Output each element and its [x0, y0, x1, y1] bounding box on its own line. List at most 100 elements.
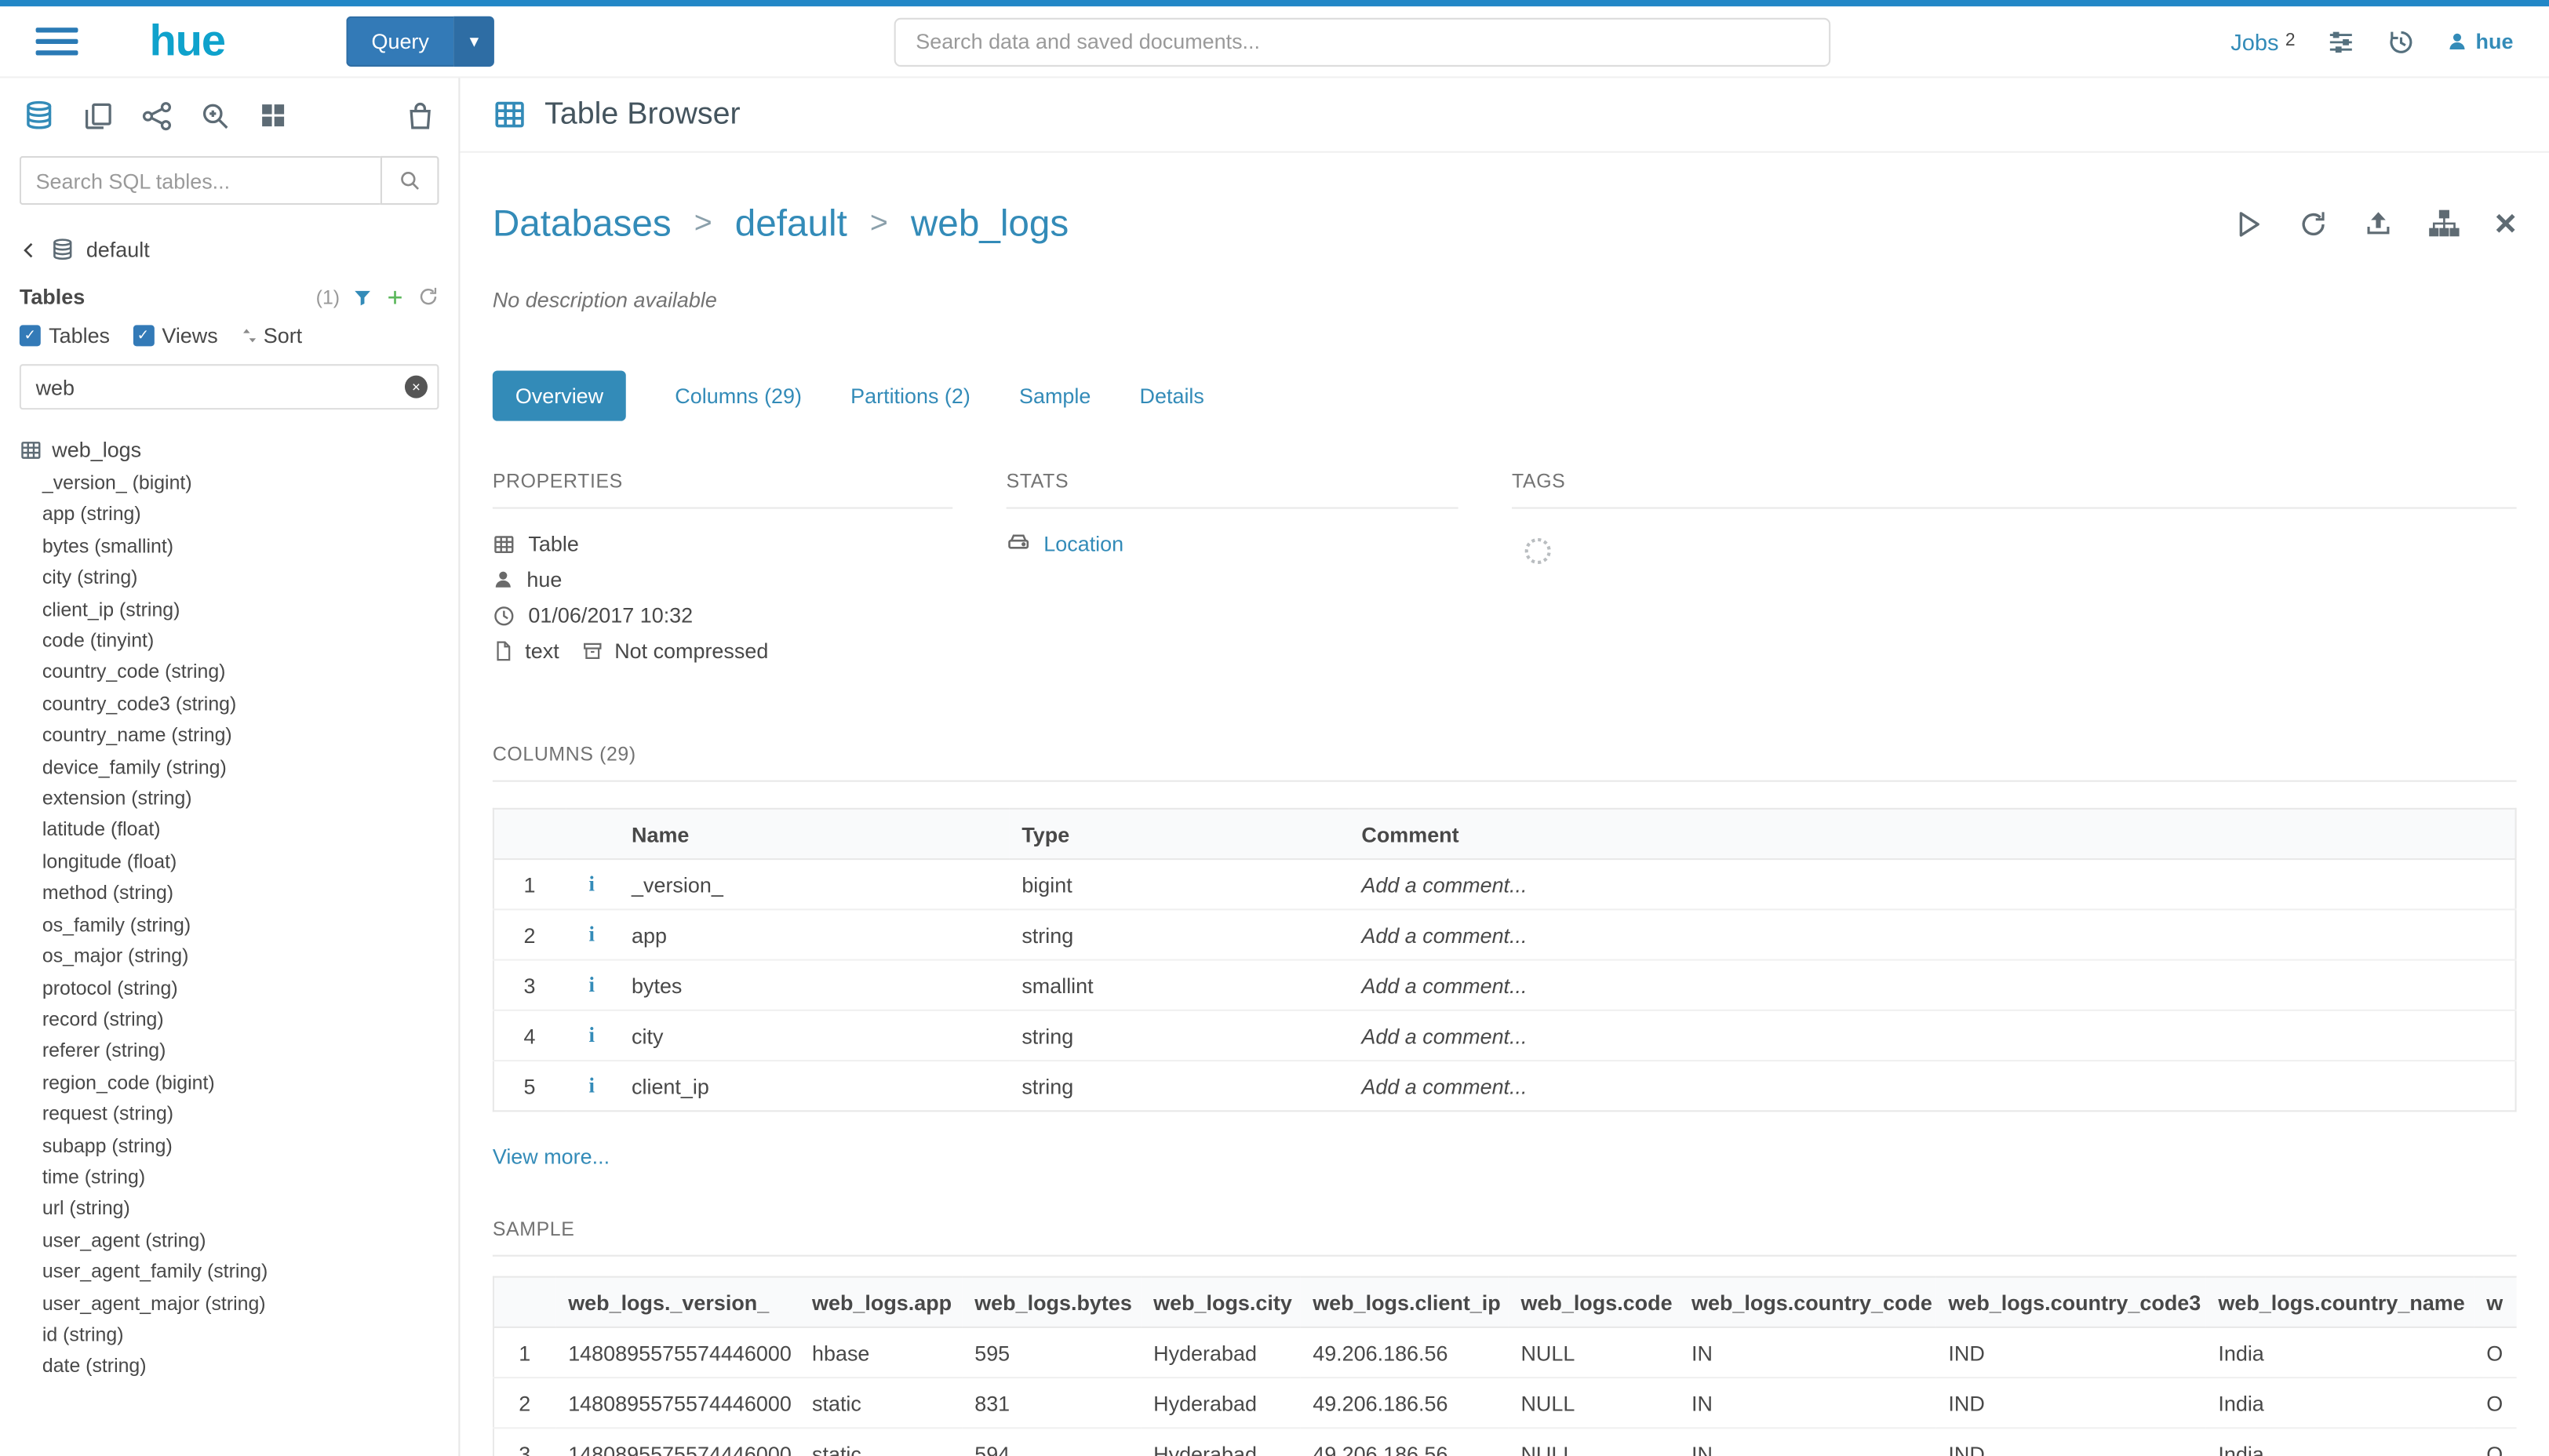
lineage-sitemap-icon[interactable]: [2428, 208, 2459, 238]
info-icon[interactable]: i: [588, 1022, 595, 1046]
column-list-item[interactable]: os_family (string): [0, 910, 458, 941]
refresh-icon[interactable]: [2298, 209, 2327, 238]
column-comment[interactable]: Add a comment...: [1349, 1061, 2516, 1111]
column-list-item[interactable]: region_code (bigint): [0, 1068, 458, 1099]
refresh-tables-icon[interactable]: [418, 286, 439, 308]
column-list-item[interactable]: time (string): [0, 1162, 458, 1193]
row-number: 2: [493, 1378, 555, 1428]
hamburger-menu-icon[interactable]: [36, 27, 78, 55]
sample-cell: 595: [962, 1327, 1141, 1378]
filter-funnel-icon[interactable]: [353, 287, 373, 307]
chevron-left-icon[interactable]: [20, 240, 39, 260]
column-list-item[interactable]: client_ip (string): [0, 595, 458, 626]
query-dropdown-button[interactable]: ▾: [453, 16, 495, 67]
sample-header: web_logs.code: [1508, 1277, 1679, 1327]
current-database[interactable]: default: [86, 238, 150, 262]
user-menu[interactable]: hue: [2446, 29, 2513, 53]
global-search-input[interactable]: [894, 17, 1831, 66]
sample-table-header-row: web_logs._version_ web_logs.app web_logs…: [493, 1277, 2517, 1327]
column-list-item[interactable]: subapp (string): [0, 1130, 458, 1162]
column-list-item[interactable]: country_name (string): [0, 720, 458, 752]
column-type: bigint: [1009, 859, 1349, 909]
tables-header: Tables (1): [0, 275, 458, 318]
column-list-item[interactable]: user_agent_major (string): [0, 1288, 458, 1320]
column-name-link[interactable]: client_ip: [618, 1061, 1008, 1111]
column-list-item[interactable]: country_code3 (string): [0, 689, 458, 720]
tab-partitions[interactable]: Partitions (2): [850, 384, 970, 408]
import-upload-icon[interactable]: [2363, 209, 2392, 238]
sql-table-search-button[interactable]: [381, 156, 439, 205]
caret-down-icon: ▾: [470, 32, 479, 52]
column-list-item[interactable]: app (string): [0, 500, 458, 531]
breadcrumb-table[interactable]: web_logs: [911, 202, 1069, 246]
column-list-item[interactable]: id (string): [0, 1320, 458, 1351]
column-list-item[interactable]: request (string): [0, 1099, 458, 1130]
table-tree-item[interactable]: web_logs: [0, 431, 458, 468]
column-list-item[interactable]: _version_ (bigint): [0, 468, 458, 500]
column-name-link[interactable]: _version_: [618, 859, 1008, 909]
zoom-plus-icon[interactable]: [200, 100, 231, 130]
page-title: Table Browser: [544, 96, 740, 133]
screen: hue Query ▾ Jobs 2 hue: [0, 0, 2549, 1456]
breadcrumb-database[interactable]: default: [735, 202, 847, 246]
column-name-link[interactable]: bytes: [618, 960, 1008, 1010]
column-list-item[interactable]: longitude (float): [0, 846, 458, 878]
info-icon[interactable]: i: [588, 872, 595, 896]
column-list-item[interactable]: user_agent_family (string): [0, 1257, 458, 1288]
column-list-item[interactable]: city (string): [0, 562, 458, 594]
tab-details[interactable]: Details: [1140, 384, 1204, 408]
column-list-item[interactable]: referer (string): [0, 1036, 458, 1068]
query-button[interactable]: Query: [345, 16, 453, 67]
column-list-item[interactable]: code (tinyint): [0, 626, 458, 657]
column-comment[interactable]: Add a comment...: [1349, 859, 2516, 909]
sql-databases-icon[interactable]: [23, 99, 55, 131]
views-checkbox[interactable]: Views: [133, 323, 218, 348]
info-icon[interactable]: i: [588, 972, 595, 996]
close-icon[interactable]: ×: [2495, 205, 2517, 242]
col-header-type: Type: [1009, 809, 1349, 859]
columns-table: Name Type Comment 1 i _version_ bi: [493, 808, 2517, 1112]
location-link[interactable]: Location: [1043, 532, 1123, 556]
hue-logo[interactable]: hue: [150, 16, 225, 67]
breadcrumb-databases[interactable]: Databases: [493, 202, 672, 246]
apps-grid-icon[interactable]: [258, 100, 287, 129]
column-comment[interactable]: Add a comment...: [1349, 960, 2516, 1010]
tab-columns[interactable]: Columns (29): [675, 384, 802, 408]
documents-icon[interactable]: [83, 100, 114, 130]
sql-table-search-input[interactable]: [20, 156, 381, 205]
column-list-item[interactable]: extension (string): [0, 784, 458, 815]
column-comment[interactable]: Add a comment...: [1349, 909, 2516, 959]
column-list-item[interactable]: latitude (float): [0, 815, 458, 846]
column-name-link[interactable]: city: [618, 1010, 1008, 1061]
history-icon[interactable]: [2387, 27, 2416, 56]
column-list-item[interactable]: record (string): [0, 1004, 458, 1036]
tab-overview[interactable]: Overview: [493, 370, 626, 420]
add-table-icon[interactable]: [385, 287, 405, 307]
share-nodes-icon[interactable]: [141, 100, 172, 130]
column-list-item[interactable]: device_family (string): [0, 752, 458, 784]
sample-cell: 594: [962, 1428, 1141, 1456]
column-comment[interactable]: Add a comment...: [1349, 1010, 2516, 1061]
bag-icon[interactable]: [405, 100, 435, 130]
jobs-link[interactable]: Jobs 2: [2230, 28, 2295, 54]
tab-sample[interactable]: Sample: [1019, 384, 1091, 408]
sort-toggle[interactable]: Sort: [241, 323, 302, 348]
info-icon[interactable]: i: [588, 1073, 595, 1097]
tables-checkbox[interactable]: Tables: [20, 323, 110, 348]
view-more-link[interactable]: View more...: [493, 1145, 610, 1169]
column-list-item[interactable]: url (string): [0, 1194, 458, 1225]
column-list-item[interactable]: protocol (string): [0, 973, 458, 1004]
table-filter-input[interactable]: [20, 364, 439, 410]
column-list-item[interactable]: method (string): [0, 879, 458, 910]
sliders-icon[interactable]: [2326, 27, 2355, 56]
column-list-item[interactable]: country_code (string): [0, 657, 458, 689]
info-icon[interactable]: i: [588, 922, 595, 946]
clear-filter-icon[interactable]: ×: [405, 376, 428, 399]
column-list-item[interactable]: os_major (string): [0, 941, 458, 973]
query-play-icon[interactable]: [2233, 209, 2262, 238]
sample-cell: 831: [962, 1378, 1141, 1428]
column-list-item[interactable]: user_agent (string): [0, 1225, 458, 1257]
column-name-link[interactable]: app: [618, 909, 1008, 959]
column-list-item[interactable]: bytes (smallint): [0, 531, 458, 562]
column-list-item[interactable]: date (string): [0, 1352, 458, 1383]
